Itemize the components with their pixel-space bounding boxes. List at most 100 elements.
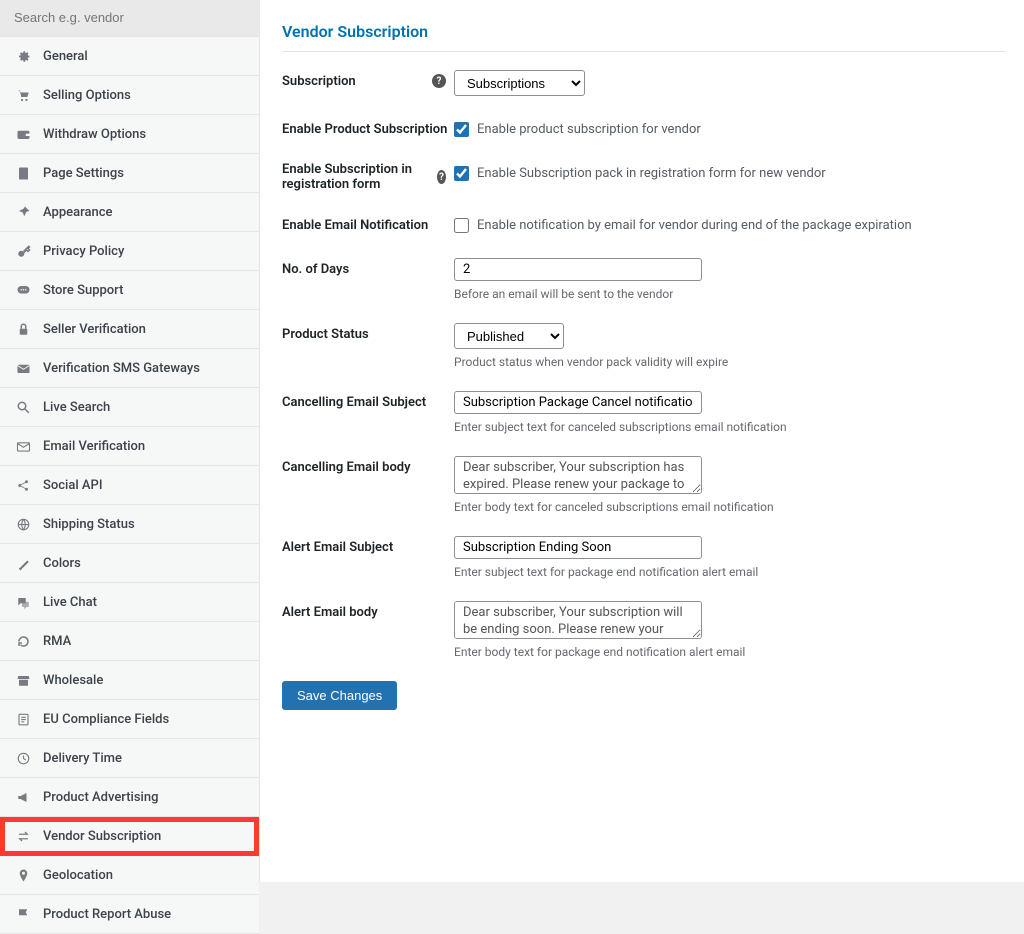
product-status-select[interactable]: Published xyxy=(454,323,564,349)
alert-subject-input[interactable] xyxy=(454,536,702,559)
globe-icon xyxy=(14,516,32,532)
sidebar-item-label: Verification SMS Gateways xyxy=(43,361,200,376)
key-icon xyxy=(14,243,32,259)
sidebar-item-label: Live Search xyxy=(43,400,110,415)
cancel-body-textarea[interactable] xyxy=(454,456,702,494)
enable-reg-checkbox[interactable] xyxy=(454,166,469,181)
save-button[interactable]: Save Changes xyxy=(282,681,397,710)
sidebar-item-appearance[interactable]: Appearance xyxy=(0,193,259,232)
enable-product-text: Enable product subscription for vendor xyxy=(477,122,701,137)
store-icon xyxy=(14,672,32,688)
enable-product-checkbox[interactable] xyxy=(454,122,469,137)
lock-icon xyxy=(14,321,32,337)
sidebar-item-label: RMA xyxy=(43,634,71,649)
sidebar-item-vendor-subscription[interactable]: Vendor Subscription xyxy=(0,817,259,856)
sidebar-item-delivery-time[interactable]: Delivery Time xyxy=(0,739,259,778)
refresh-icon xyxy=(14,633,32,649)
alert-subject-desc: Enter subject text for package end notif… xyxy=(454,565,1006,579)
sidebar-item-live-search[interactable]: Live Search xyxy=(0,388,259,427)
cancel-subject-desc: Enter subject text for canceled subscrip… xyxy=(454,420,1006,434)
mail-icon xyxy=(14,360,32,376)
enable-email-checkbox[interactable] xyxy=(454,218,469,233)
pin-icon xyxy=(14,204,32,220)
sidebar-item-label: General xyxy=(43,49,88,64)
label-cancel-subject: Cancelling Email Subject xyxy=(282,391,454,413)
settings-sidebar: General Selling Options Withdraw Options Pa… xyxy=(0,0,260,882)
label-alert-body: Alert Email body xyxy=(282,601,454,623)
share-icon xyxy=(14,477,32,493)
sidebar-item-label: Live Chat xyxy=(43,595,97,610)
help-icon[interactable]: ? xyxy=(437,170,446,184)
label-cancel-body: Cancelling Email body xyxy=(282,456,454,478)
sidebar-item-email-verification[interactable]: Email Verification xyxy=(0,427,259,466)
help-icon[interactable]: ? xyxy=(432,74,446,88)
sidebar-item-label: Appearance xyxy=(43,205,112,220)
sidebar-item-label: Privacy Policy xyxy=(43,244,124,259)
sidebar-item-store-support[interactable]: Store Support xyxy=(0,271,259,310)
label-subscription: Subscription ? xyxy=(282,70,454,92)
sidebar-item-page-settings[interactable]: Page Settings xyxy=(0,154,259,193)
sidebar-item-label: Product Advertising xyxy=(43,790,158,805)
label-alert-subject: Alert Email Subject xyxy=(282,536,454,558)
sidebar-item-wholesale[interactable]: Wholesale xyxy=(0,661,259,700)
sidebar-search xyxy=(0,0,259,37)
sidebar-item-seller-verification[interactable]: Seller Verification xyxy=(0,310,259,349)
chat-icon xyxy=(14,282,32,298)
search-icon xyxy=(14,399,32,415)
sidebar-item-privacy-policy[interactable]: Privacy Policy xyxy=(0,232,259,271)
flag-icon xyxy=(14,906,32,922)
sidebar-item-label: Product Report Abuse xyxy=(43,907,171,922)
sidebar-item-product-report-abuse[interactable]: Product Report Abuse xyxy=(0,895,259,934)
gear-icon xyxy=(14,48,32,64)
sidebar-item-label: Social API xyxy=(43,478,103,493)
alert-body-desc: Enter body text for package end notifica… xyxy=(454,645,1006,659)
label-enable-reg: Enable Subscription in registration form… xyxy=(282,162,454,192)
sidebar-item-geolocation[interactable]: Geolocation xyxy=(0,856,259,895)
label-enable-product: Enable Product Subscription xyxy=(282,118,454,140)
sidebar-item-label: Wholesale xyxy=(43,673,103,688)
sidebar-item-label: Shipping Status xyxy=(43,517,135,532)
title-divider xyxy=(282,51,1006,52)
sidebar-item-withdraw-options[interactable]: Withdraw Options xyxy=(0,115,259,154)
label-enable-email: Enable Email Notification xyxy=(282,214,454,236)
sidebar-item-eu-compliance-fields[interactable]: EU Compliance Fields xyxy=(0,700,259,739)
cancel-body-desc: Enter body text for canceled subscriptio… xyxy=(454,500,1006,514)
sidebar-item-label: Delivery Time xyxy=(43,751,122,766)
sidebar-item-label: Selling Options xyxy=(43,88,131,103)
sidebar-item-social-api[interactable]: Social API xyxy=(0,466,259,505)
sidebar-item-label: EU Compliance Fields xyxy=(43,712,169,727)
swap-icon xyxy=(14,828,32,844)
sidebar-item-label: Colors xyxy=(43,556,81,571)
product-status-desc: Product status when vendor pack validity… xyxy=(454,355,1006,369)
sidebar-item-label: Email Verification xyxy=(43,439,145,454)
sidebar-item-live-chat[interactable]: Live Chat xyxy=(0,583,259,622)
alert-body-textarea[interactable] xyxy=(454,601,702,639)
sidebar-item-label: Vendor Subscription xyxy=(43,829,161,844)
subscription-select[interactable]: Subscriptions xyxy=(454,70,585,96)
sidebar-item-general[interactable]: General xyxy=(0,37,259,76)
sidebar-item-label: Geolocation xyxy=(43,868,113,883)
cart-icon xyxy=(14,87,32,103)
sidebar-item-product-advertising[interactable]: Product Advertising xyxy=(0,778,259,817)
megaphone-icon xyxy=(14,789,32,805)
sidebar-item-verification-sms-gateways[interactable]: Verification SMS Gateways xyxy=(0,349,259,388)
sidebar-item-label: Withdraw Options xyxy=(43,127,146,142)
search-input[interactable] xyxy=(14,10,245,25)
main-content: Vendor Subscription Subscription ? Subsc… xyxy=(260,0,1024,882)
sidebar-item-selling-options[interactable]: Selling Options xyxy=(0,76,259,115)
sidebar-item-label: Store Support xyxy=(43,283,123,298)
sidebar-item-rma[interactable]: RMA xyxy=(0,622,259,661)
pinmap-icon xyxy=(14,867,32,883)
no-days-input[interactable] xyxy=(454,258,702,281)
cancel-subject-input[interactable] xyxy=(454,391,702,414)
wallet-icon xyxy=(14,126,32,142)
page-title: Vendor Subscription xyxy=(282,22,1006,41)
page-icon xyxy=(14,165,32,181)
no-days-desc: Before an email will be sent to the vend… xyxy=(454,287,1006,301)
sidebar-item-colors[interactable]: Colors xyxy=(0,544,259,583)
sidebar-item-shipping-status[interactable]: Shipping Status xyxy=(0,505,259,544)
label-no-days: No. of Days xyxy=(282,258,454,280)
sidebar-item-label: Seller Verification xyxy=(43,322,146,337)
comments-icon xyxy=(14,594,32,610)
sidebar-item-label: Page Settings xyxy=(43,166,124,181)
